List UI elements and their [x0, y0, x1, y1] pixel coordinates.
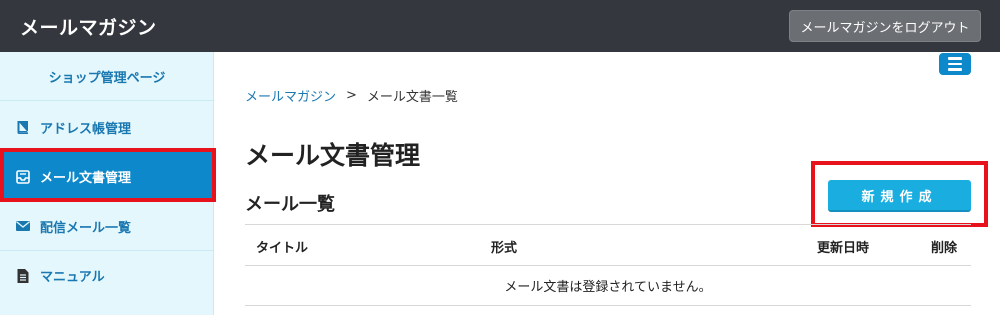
breadcrumb-separator: > [346, 88, 357, 103]
section-title: メール一覧 [245, 194, 335, 215]
breadcrumb-current: メール文書一覧 [366, 90, 458, 105]
hamburger-icon [948, 57, 962, 60]
sidebar-item-manual[interactable]: マニュアル [0, 251, 214, 300]
sidebar-item-label: アドレス帳管理 [40, 121, 132, 137]
breadcrumb-link-mailmagazine[interactable]: メールマガジン [245, 86, 336, 105]
sidebar-item-address-book[interactable]: アドレス帳管理 [0, 103, 214, 152]
new-create-button[interactable]: 新規作成 [828, 180, 971, 212]
column-header-title: タイトル [256, 241, 309, 256]
highlight-frame [0, 148, 216, 202]
empty-table-message: メール文書は登録されていません。 [504, 280, 712, 295]
logout-button[interactable]: メールマガジンをログアウト [789, 10, 981, 42]
app-title: メールマガジン [20, 17, 157, 39]
column-header-updated: 更新日時 [817, 241, 870, 256]
document-icon [14, 267, 32, 285]
column-header-format: 形式 [491, 241, 518, 256]
sidebar-item-shop-admin[interactable]: ショップ管理ページ [0, 52, 214, 101]
top-bar: メールマガジン メールマガジンをログアウト [0, 0, 1000, 52]
envelope-icon [14, 217, 32, 235]
menu-toggle-button[interactable] [939, 53, 971, 75]
page-title: メール文書管理 [245, 141, 421, 170]
table-divider [245, 224, 971, 225]
table-divider [245, 305, 971, 306]
column-header-delete: 削除 [931, 241, 958, 256]
sidebar-item-label: ショップ管理ページ [48, 70, 166, 86]
table-divider [245, 265, 971, 266]
address-book-icon [14, 118, 32, 136]
sidebar-item-label: 配信メール一覧 [40, 220, 132, 236]
sidebar-item-sent-mail-list[interactable]: 配信メール一覧 [0, 202, 214, 251]
breadcrumb: メールマガジン > メール文書一覧 [245, 86, 458, 105]
sidebar-item-label: マニュアル [40, 270, 105, 285]
